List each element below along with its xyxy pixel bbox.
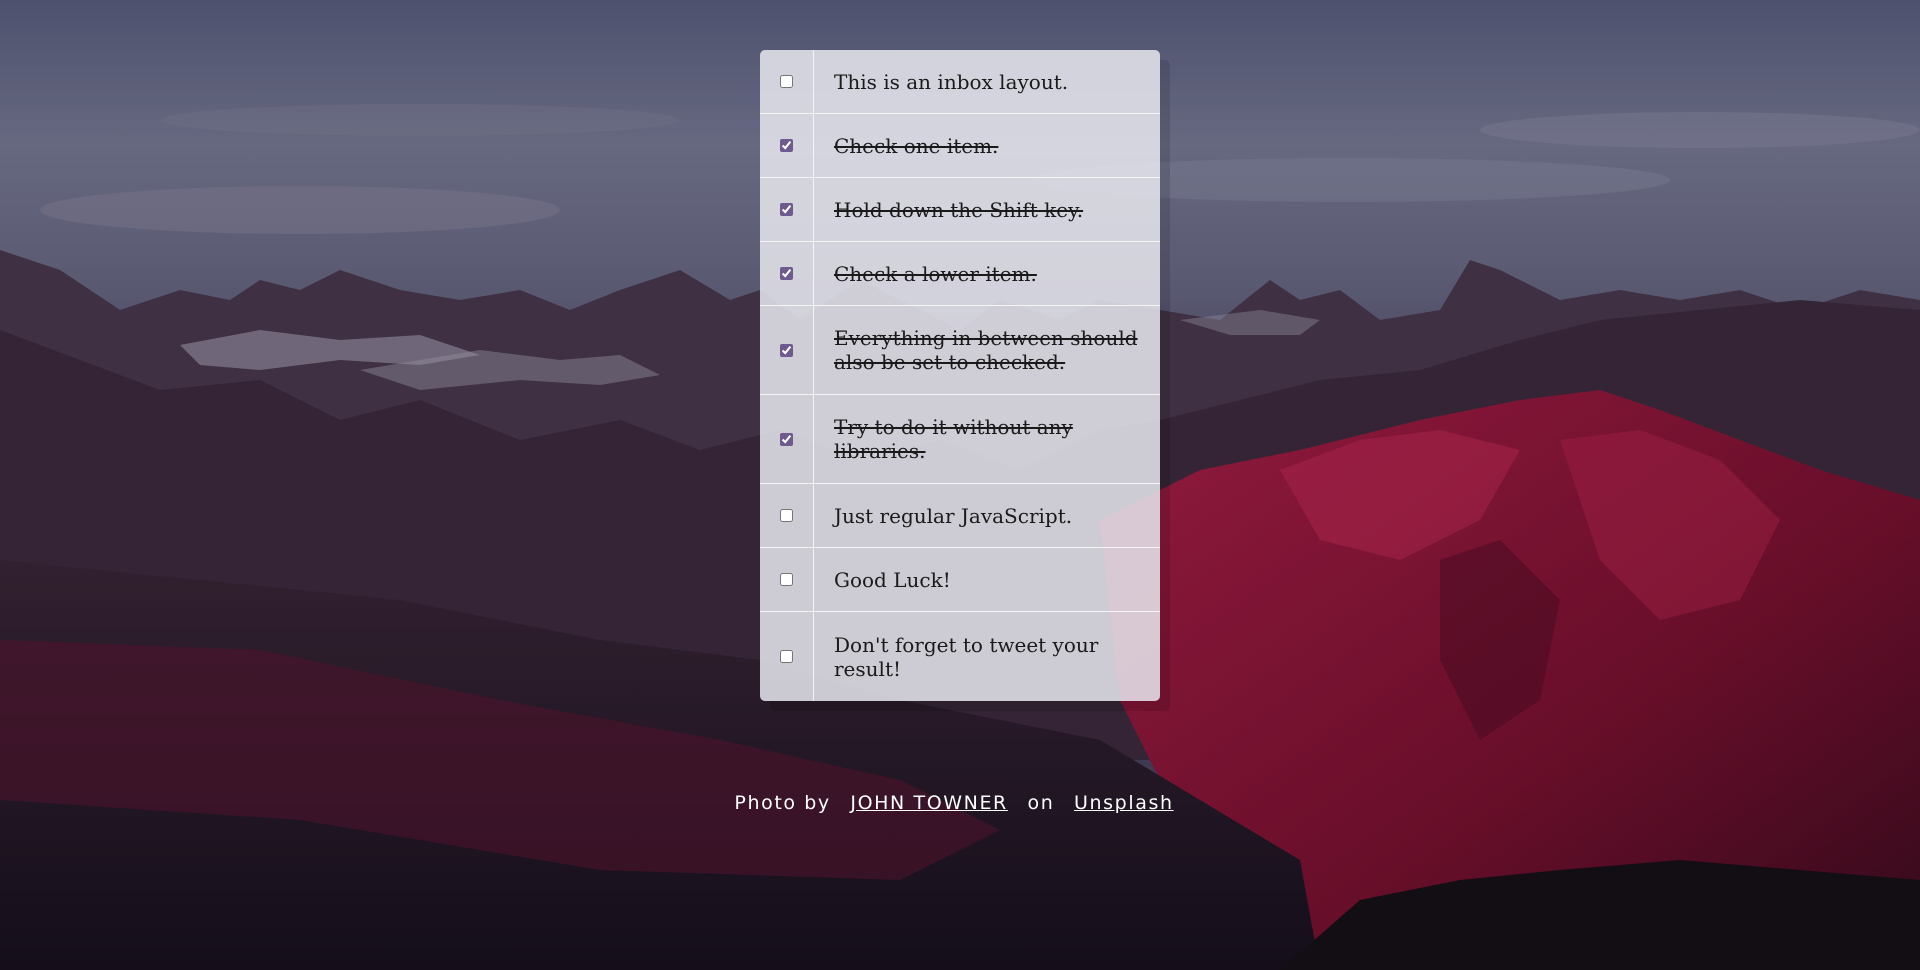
item-checkbox[interactable] — [780, 509, 793, 522]
checkbox-cell — [760, 484, 814, 547]
inbox-item[interactable]: Don't forget to tweet your result! — [760, 612, 1160, 701]
item-checkbox[interactable] — [780, 650, 793, 663]
credit-middle: on — [1027, 792, 1055, 814]
inbox-item[interactable]: Just regular JavaScript. — [760, 484, 1160, 548]
checkbox-cell — [760, 395, 814, 483]
item-checkbox[interactable] — [780, 75, 793, 88]
checkbox-cell — [760, 178, 814, 241]
unsplash-link[interactable]: Unsplash — [1074, 792, 1174, 814]
checkbox-cell — [760, 242, 814, 305]
item-checkbox[interactable] — [780, 139, 793, 152]
item-checkbox[interactable] — [780, 203, 793, 216]
item-label: Check a lower item. — [834, 261, 1037, 286]
item-label: Don't forget to tweet your result! — [834, 632, 1099, 681]
item-checkbox[interactable] — [780, 573, 793, 586]
item-label: Good Luck! — [834, 567, 951, 592]
inbox-item[interactable]: Try to do it without any libraries. — [760, 395, 1160, 484]
inbox-item[interactable]: Check one item. — [760, 114, 1160, 178]
inbox-item[interactable]: Check a lower item. — [760, 242, 1160, 306]
item-checkbox[interactable] — [780, 432, 793, 446]
inbox-item[interactable]: Good Luck! — [760, 548, 1160, 612]
inbox-item[interactable]: Everything in between should also be set… — [760, 306, 1160, 395]
inbox-list: This is an inbox layout. Check one item.… — [760, 50, 1160, 701]
checkbox-cell — [760, 50, 814, 113]
item-checkbox[interactable] — [780, 267, 793, 280]
item-label: This is an inbox layout. — [834, 69, 1069, 94]
item-label: Just regular JavaScript. — [834, 503, 1073, 528]
checkbox-cell — [760, 306, 814, 394]
checkbox-cell — [760, 114, 814, 177]
inbox-item[interactable]: Hold down the Shift key. — [760, 178, 1160, 242]
item-label: Hold down the Shift key. — [834, 197, 1084, 222]
credit-prefix: Photo by — [734, 792, 831, 814]
inbox-item[interactable]: This is an inbox layout. — [760, 50, 1160, 114]
checkbox-cell — [760, 612, 814, 701]
author-link[interactable]: JOHN TOWNER — [850, 792, 1007, 814]
item-label: Try to do it without any libraries. — [834, 415, 1073, 463]
photo-credit: Photo by JOHN TOWNER on Unsplash — [0, 792, 1920, 814]
item-label: Check one item. — [834, 133, 999, 158]
checkbox-cell — [760, 548, 814, 611]
item-checkbox[interactable] — [780, 343, 793, 357]
item-label: Everything in between should also be set… — [834, 326, 1138, 374]
